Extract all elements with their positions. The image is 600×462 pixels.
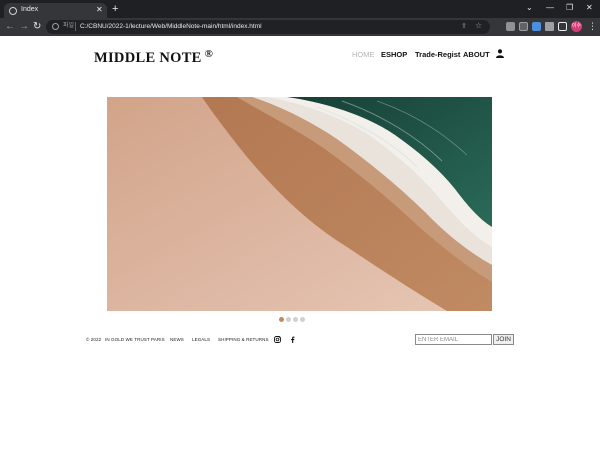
hero-slide-image (107, 97, 492, 311)
nav-trade-regist[interactable]: Trade-Regist (415, 50, 460, 59)
logo-text: MIDDLE NOTE (94, 50, 202, 66)
user-icon[interactable] (496, 49, 504, 58)
email-input[interactable] (415, 334, 492, 345)
restore-button[interactable]: ❐ (566, 3, 573, 13)
carousel-dot-1[interactable] (279, 317, 284, 322)
back-button[interactable]: ← (5, 21, 15, 32)
site-logo[interactable]: MIDDLE NOTE ® (94, 48, 213, 67)
footer-link-brand[interactable]: IN GOLD WE TRUST PARIS (105, 337, 165, 343)
tab-search-icon[interactable]: ⌄ (526, 3, 533, 13)
close-window-button[interactable]: ✕ (586, 3, 593, 13)
address-bar[interactable]: 파일 C:/CBNU/2022-1/lecture/Web/MiddleNote… (46, 20, 490, 34)
profile-avatar[interactable]: 이수 (571, 21, 582, 32)
nav-home[interactable]: HOME (352, 50, 375, 59)
carousel-dot-2[interactable] (286, 317, 291, 322)
url-scheme-label: 파일 (63, 23, 75, 29)
browser-toolbar: ← → ↻ 파일 C:/CBNU/2022-1/lecture/Web/Midd… (0, 18, 600, 36)
instagram-icon[interactable] (274, 336, 281, 343)
browser-menu-icon[interactable]: ⋮ (588, 20, 597, 32)
nav-eshop[interactable]: ESHOP (381, 50, 407, 59)
url-divider (75, 22, 76, 31)
footer-link-news[interactable]: NEWS (170, 337, 184, 343)
footer-link-shipping[interactable]: SHIPPING & RETURNS (218, 337, 269, 343)
close-tab-icon[interactable]: ✕ (96, 4, 103, 15)
registered-mark: ® (204, 48, 214, 60)
puzzle-icon[interactable] (545, 22, 554, 31)
footer-link-legals[interactable]: LEGALS (192, 337, 210, 343)
join-button[interactable]: JOIN (493, 334, 514, 345)
minimize-button[interactable]: — (546, 3, 554, 13)
reload-button[interactable]: ↻ (33, 21, 41, 32)
footer-copyright: © 2022 (86, 337, 102, 342)
sidepanel-icon[interactable] (558, 22, 567, 31)
star-icon[interactable]: ☆ (475, 21, 482, 30)
carousel-dot-4[interactable] (300, 317, 305, 322)
new-tab-button[interactable]: + (112, 3, 118, 15)
globe-icon (9, 7, 17, 15)
forward-button[interactable]: → (19, 21, 29, 32)
extension-icon[interactable] (519, 22, 528, 31)
translate-icon[interactable] (532, 22, 541, 31)
share-icon[interactable]: ⇪ (461, 22, 467, 30)
browser-tabstrip: Index ✕ + ⌄ — ❐ ✕ (0, 0, 600, 18)
facebook-icon[interactable] (289, 336, 296, 343)
url-text[interactable]: C:/CBNU/2022-1/lecture/Web/MiddleNote-ma… (80, 22, 262, 32)
carousel-dot-3[interactable] (293, 317, 298, 322)
extension-icon[interactable] (506, 22, 515, 31)
nav-about[interactable]: ABOUT (463, 50, 490, 59)
browser-tab[interactable]: Index ✕ (4, 3, 107, 18)
tab-title: Index (21, 6, 39, 13)
info-icon[interactable] (52, 23, 59, 30)
